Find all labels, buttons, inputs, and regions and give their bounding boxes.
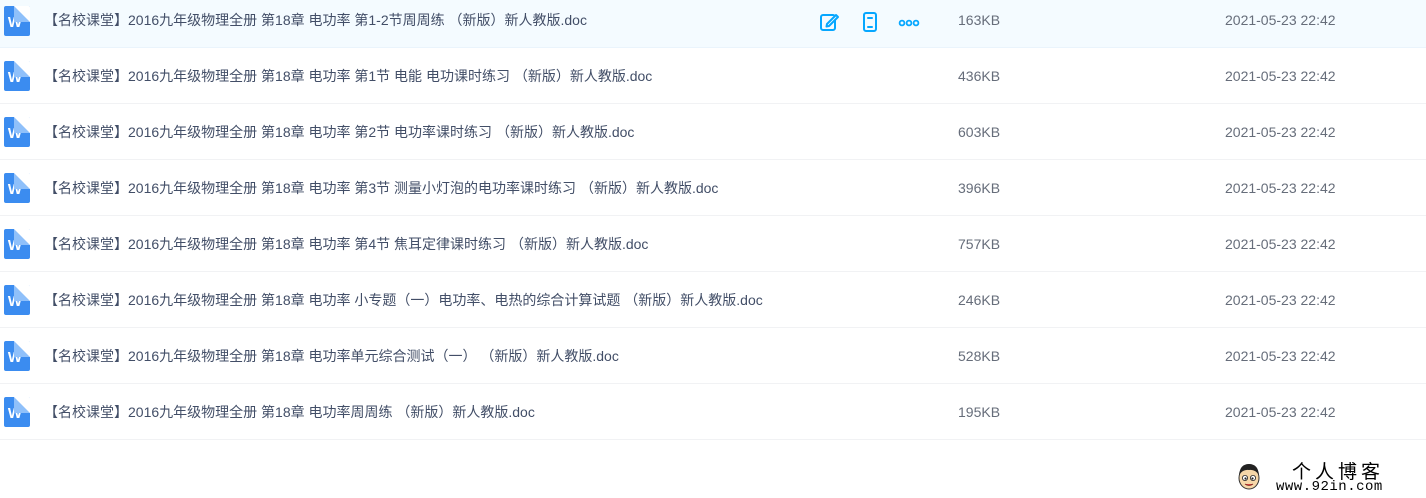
- file-row[interactable]: W 【名校课堂】2016九年级物理全册 第18章 电功率 第1节 电能 电功课时…: [0, 48, 1426, 104]
- cartoon-face-icon: [1238, 464, 1260, 490]
- file-modified-time: 2021-05-23 22:42: [1225, 404, 1336, 420]
- watermark: 个人博客 www.92in.com: [1236, 455, 1426, 498]
- word-doc-icon: W: [4, 285, 30, 315]
- file-list: W 【名校课堂】2016九年级物理全册 第18章 电功率 第1-2节周周练 （新…: [0, 0, 1426, 440]
- file-modified-time: 2021-05-23 22:42: [1225, 12, 1336, 28]
- file-row[interactable]: W 【名校课堂】2016九年级物理全册 第18章 电功率 第2节 电功率课时练习…: [0, 104, 1426, 160]
- file-modified-time: 2021-05-23 22:42: [1225, 292, 1336, 308]
- file-row[interactable]: W 【名校课堂】2016九年级物理全册 第18章 电功率单元综合测试（一） （新…: [0, 328, 1426, 384]
- file-name[interactable]: 【名校课堂】2016九年级物理全册 第18章 电功率 第4节 焦耳定律课时练习 …: [44, 234, 648, 254]
- watermark-url: www.92in.com: [1276, 479, 1383, 495]
- file-size: 603KB: [958, 124, 1001, 140]
- file-size: 436KB: [958, 68, 1001, 84]
- file-row[interactable]: W 【名校课堂】2016九年级物理全册 第18章 电功率 第1-2节周周练 （新…: [0, 0, 1426, 48]
- file-size: 195KB: [958, 404, 1001, 420]
- edit-icon[interactable]: [818, 11, 840, 33]
- file-modified-time: 2021-05-23 22:42: [1225, 124, 1336, 140]
- more-icon[interactable]: [898, 11, 920, 33]
- word-doc-icon: W: [4, 397, 30, 427]
- file-name[interactable]: 【名校课堂】2016九年级物理全册 第18章 电功率 第2节 电功率课时练习 （…: [44, 122, 634, 142]
- file-size: 528KB: [958, 348, 1001, 364]
- file-name[interactable]: 【名校课堂】2016九年级物理全册 第18章 电功率 第1节 电能 电功课时练习…: [44, 66, 652, 86]
- file-modified-time: 2021-05-23 22:42: [1225, 180, 1336, 196]
- word-doc-icon: W: [4, 341, 30, 371]
- file-name[interactable]: 【名校课堂】2016九年级物理全册 第18章 电功率周周练 （新版）新人教版.d…: [44, 402, 535, 422]
- word-doc-icon: W: [4, 117, 30, 147]
- file-name[interactable]: 【名校课堂】2016九年级物理全册 第18章 电功率 第3节 测量小灯泡的电功率…: [44, 178, 718, 198]
- file-name[interactable]: 【名校课堂】2016九年级物理全册 第18章 电功率 第1-2节周周练 （新版）…: [44, 10, 587, 30]
- send-to-phone-icon[interactable]: [859, 11, 881, 33]
- file-row[interactable]: W 【名校课堂】2016九年级物理全册 第18章 电功率 小专题（一）电功率、电…: [0, 272, 1426, 328]
- file-row[interactable]: W 【名校课堂】2016九年级物理全册 第18章 电功率周周练 （新版）新人教版…: [0, 384, 1426, 440]
- file-size: 396KB: [958, 180, 1001, 196]
- file-size: 163KB: [958, 12, 1001, 28]
- word-doc-icon: W: [4, 6, 30, 36]
- file-modified-time: 2021-05-23 22:42: [1225, 236, 1336, 252]
- file-modified-time: 2021-05-23 22:42: [1225, 68, 1336, 84]
- word-doc-icon: W: [4, 61, 30, 91]
- file-row[interactable]: W 【名校课堂】2016九年级物理全册 第18章 电功率 第3节 测量小灯泡的电…: [0, 160, 1426, 216]
- file-size: 757KB: [958, 236, 1001, 252]
- file-modified-time: 2021-05-23 22:42: [1225, 348, 1336, 364]
- file-size: 246KB: [958, 292, 1001, 308]
- word-doc-icon: W: [4, 229, 30, 259]
- word-doc-icon: W: [4, 173, 30, 203]
- file-row[interactable]: W 【名校课堂】2016九年级物理全册 第18章 电功率 第4节 焦耳定律课时练…: [0, 216, 1426, 272]
- file-name[interactable]: 【名校课堂】2016九年级物理全册 第18章 电功率单元综合测试（一） （新版）…: [44, 346, 619, 366]
- file-name[interactable]: 【名校课堂】2016九年级物理全册 第18章 电功率 小专题（一）电功率、电热的…: [44, 290, 763, 310]
